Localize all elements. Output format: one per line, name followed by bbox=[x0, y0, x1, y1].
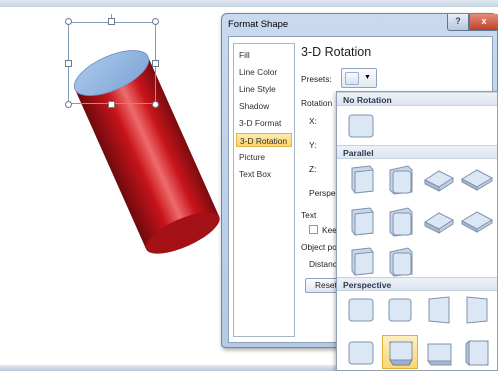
category-fill[interactable]: Fill bbox=[236, 48, 292, 62]
preset-tile-no-rotation-1[interactable] bbox=[343, 109, 379, 143]
close-icon: x bbox=[481, 16, 487, 26]
preset-swatch bbox=[345, 72, 359, 85]
category-shadow[interactable]: Shadow bbox=[236, 99, 292, 113]
preset-tile-perspective-5[interactable] bbox=[343, 335, 379, 369]
section-parallel: Parallel bbox=[337, 145, 497, 159]
help-button[interactable]: ? bbox=[447, 14, 469, 31]
preset-tile-perspective-7[interactable] bbox=[421, 335, 457, 369]
preset-tile-perspective-3[interactable] bbox=[421, 293, 457, 327]
preset-tile-perspective-4[interactable] bbox=[459, 293, 495, 327]
preset-tile-parallel-4[interactable] bbox=[459, 162, 495, 196]
presets-gallery: No Rotation Parallel Perspective bbox=[336, 91, 498, 371]
resize-handle-top-left[interactable] bbox=[65, 18, 72, 25]
resize-handle-top[interactable] bbox=[108, 18, 115, 25]
window-top-bar bbox=[0, 0, 498, 7]
dropdown-arrow-icon: ▼ bbox=[364, 74, 371, 81]
preset-tile-parallel-9[interactable] bbox=[343, 244, 379, 278]
close-button[interactable]: x bbox=[469, 14, 498, 31]
preset-tile-parallel-8[interactable] bbox=[459, 204, 495, 238]
category-list: Fill Line Color Line Style Shadow 3-D Fo… bbox=[233, 43, 295, 337]
help-icon: ? bbox=[455, 16, 461, 26]
preset-tile-parallel-3[interactable] bbox=[421, 162, 457, 196]
rotation-label: Rotation bbox=[301, 98, 333, 108]
dialog-title: Format Shape bbox=[228, 19, 289, 30]
pane-title: 3-D Rotation bbox=[301, 45, 372, 59]
preset-tile-perspective-8[interactable] bbox=[459, 335, 495, 369]
category-line-style[interactable]: Line Style bbox=[236, 82, 292, 96]
resize-handle-bottom-right[interactable] bbox=[152, 101, 159, 108]
category-text-box[interactable]: Text Box bbox=[236, 167, 292, 181]
preset-tile-parallel-10[interactable] bbox=[382, 244, 418, 278]
resize-handle-top-right[interactable] bbox=[152, 18, 159, 25]
x-rotation-label: X: bbox=[309, 116, 317, 126]
preset-tile-parallel-2[interactable] bbox=[382, 162, 418, 196]
y-rotation-label: Y: bbox=[309, 140, 317, 150]
preset-tile-parallel-6[interactable] bbox=[382, 204, 418, 238]
resize-handle-bottom-left[interactable] bbox=[65, 101, 72, 108]
resize-handle-right[interactable] bbox=[152, 60, 159, 67]
resize-handle-bottom[interactable] bbox=[108, 101, 115, 108]
preset-tile-parallel-5[interactable] bbox=[343, 204, 379, 238]
keep-text-flat-checkbox[interactable] bbox=[309, 225, 318, 234]
resize-handle-left[interactable] bbox=[65, 60, 72, 67]
preset-tile-perspective-6[interactable] bbox=[382, 335, 418, 369]
text-section-label: Text bbox=[301, 210, 317, 220]
presets-dropdown[interactable]: ▼ bbox=[341, 68, 377, 88]
category-3d-format[interactable]: 3-D Format bbox=[236, 116, 292, 130]
category-3d-rotation[interactable]: 3-D Rotation bbox=[236, 133, 292, 147]
preset-tile-perspective-1[interactable] bbox=[343, 293, 379, 327]
preset-tile-parallel-7[interactable] bbox=[421, 204, 457, 238]
category-line-color[interactable]: Line Color bbox=[236, 65, 292, 79]
preset-tile-parallel-1[interactable] bbox=[343, 162, 379, 196]
category-picture[interactable]: Picture bbox=[236, 150, 292, 164]
z-rotation-label: Z: bbox=[309, 164, 317, 174]
section-no-rotation: No Rotation bbox=[337, 92, 497, 106]
selection-frame bbox=[68, 22, 156, 104]
section-perspective: Perspective bbox=[337, 277, 497, 291]
preset-tile-perspective-2[interactable] bbox=[382, 293, 418, 327]
presets-label: Presets: bbox=[301, 74, 332, 84]
